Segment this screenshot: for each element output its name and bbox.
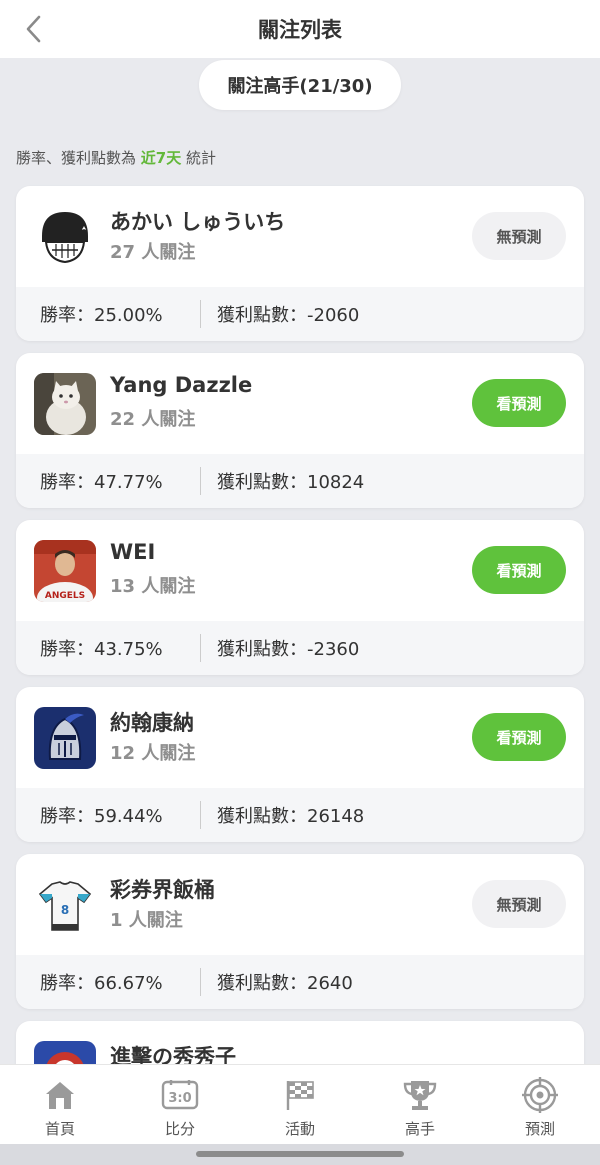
follower-count: 22 人關注 [110,409,196,430]
black-helmet-avatar[interactable] [34,206,96,268]
view-prediction-button[interactable]: 看預測 [472,379,566,427]
profit-points: 獲利點數：10824 [217,472,365,493]
tab-events[interactable]: 活動 [240,1065,360,1144]
tab-predictions[interactable]: 預測 [480,1065,600,1144]
tab-label: 首頁 [44,1120,75,1138]
expert-name[interactable]: 約翰康納 [110,707,194,737]
win-rate: 勝率：66.67% [40,973,163,994]
expert-name[interactable]: Yang Dazzle [110,373,252,397]
expert-name[interactable]: 彩券界飯桶 [110,874,215,904]
tab-label: 比分 [164,1120,195,1138]
stats-note-suffix: 統計 [181,149,216,167]
trophy-icon [400,1075,440,1115]
expert-card[interactable]: Yang Dazzle 22 人關注 看預測 勝率：47.77% 獲利點數：10… [16,353,584,508]
stats-note-prefix: 勝率、獲利點數為 [16,149,141,167]
tab-label: 預測 [524,1120,555,1138]
expert-card[interactable]: ANGELS WEI 13 人關注 看預測 勝率：43.75% 獲利點數：-23… [16,520,584,675]
tab-label: 高手 [404,1120,435,1138]
page-title: 關注列表 [258,18,342,42]
white-cat-avatar[interactable] [34,373,96,435]
view-prediction-button[interactable]: 看預測 [472,546,566,594]
scoreboard-icon: 3:0 [160,1075,200,1115]
no-prediction-button[interactable]: 無預測 [472,212,566,260]
no-prediction-button[interactable]: 無預測 [472,880,566,928]
expert-card[interactable]: 約翰康納 12 人關注 看預測 勝率：59.44% 獲利點數：26148 [16,687,584,842]
expert-name[interactable]: あかい しゅういち [110,206,285,236]
profit-points: 獲利點數：2640 [217,973,353,994]
bottom-tab-bar: 首頁 3:0 比分 活動 高手 預測 [0,1064,600,1144]
expert-name[interactable]: WEI [110,540,155,564]
win-rate: 勝率：25.00% [40,305,163,326]
angels-player-avatar[interactable]: ANGELS [34,540,96,602]
tab-label: 活動 [284,1120,315,1138]
tab-following-experts[interactable]: 關注高手(21/30) [199,60,401,110]
follower-count: 1 人關注 [110,910,183,931]
knight-helmet-avatar[interactable] [34,707,96,769]
svg-text:8: 8 [61,903,69,917]
follower-count: 13 人關注 [110,576,196,597]
follower-count: 12 人關注 [110,743,196,764]
expert-card[interactable]: あかい しゅういち 27 人關注 無預測 勝率：25.00% 獲利點數：-206… [16,186,584,341]
chevron-left-icon [26,15,41,43]
view-prediction-button[interactable]: 看預測 [472,713,566,761]
svg-text:3:0: 3:0 [168,1091,191,1106]
home-indicator[interactable] [196,1151,404,1157]
expert-card[interactable]: 8 彩券界飯桶 1 人關注 無預測 勝率：66.67% 獲利點數：2640 [16,854,584,1009]
top-bar: 關注列表 [0,0,600,58]
stats-note: 勝率、獲利點數為 近7天 統計 [16,147,216,168]
win-rate: 勝率：43.75% [40,639,163,660]
win-rate: 勝率：47.77% [40,472,163,493]
svg-text:ANGELS: ANGELS [45,591,85,601]
tab-scores[interactable]: 3:0 比分 [120,1065,240,1144]
jersey-avatar[interactable]: 8 [34,874,96,936]
tab-home[interactable]: 首頁 [0,1065,120,1144]
tab-experts[interactable]: 高手 [360,1065,480,1144]
home-icon [40,1075,80,1115]
win-rate: 勝率：59.44% [40,806,163,827]
profit-points: 獲利點數：-2060 [217,305,360,326]
stats-note-highlight: 近7天 [140,149,182,167]
checkered-flag-icon [280,1075,320,1115]
target-icon [520,1075,560,1115]
profit-points: 獲利點數：-2360 [217,639,360,660]
profit-points: 獲利點數：26148 [217,806,365,827]
follower-count: 27 人關注 [110,242,196,263]
back-button[interactable] [14,9,54,49]
